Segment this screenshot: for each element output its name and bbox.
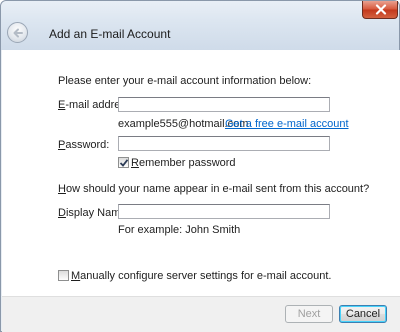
- display-name-access-key: D: [58, 207, 66, 219]
- remember-password-label[interactable]: Remember password: [131, 157, 236, 169]
- manual-config-access-key: M: [71, 270, 81, 282]
- manual-config-checkbox[interactable]: [58, 270, 69, 281]
- window-title: Add an E-mail Account: [49, 27, 171, 41]
- email-address-input[interactable]: [118, 97, 330, 112]
- manual-config-label-text: anually configure server settings for e-…: [80, 270, 332, 282]
- manual-config-label[interactable]: Manually configure server settings for e…: [71, 270, 331, 282]
- form-area: Please enter your e-mail account informa…: [2, 50, 400, 296]
- checkmark-icon: [119, 159, 129, 167]
- password-label: Password:: [58, 139, 109, 151]
- get-free-account-link[interactable]: Get a free e-mail account: [225, 118, 349, 130]
- display-name-input[interactable]: [118, 204, 330, 219]
- name-question: How should your name appear in e-mail se…: [58, 183, 369, 195]
- close-button[interactable]: [362, 1, 398, 19]
- next-button[interactable]: Next: [285, 305, 333, 323]
- password-input[interactable]: [118, 136, 330, 151]
- button-bar: Next Cancel: [2, 296, 400, 332]
- back-arrow-icon: [13, 28, 23, 38]
- remember-label-access-key: R: [131, 157, 139, 169]
- add-email-account-window: Add an E-mail Account Please enter your …: [0, 0, 400, 332]
- display-name-example: For example: John Smith: [118, 224, 241, 236]
- title-bar: [1, 1, 399, 50]
- intro-text: Please enter your e-mail account informa…: [58, 75, 312, 87]
- remember-password-checkbox[interactable]: [118, 157, 129, 168]
- cancel-button[interactable]: Cancel: [339, 305, 387, 323]
- back-button[interactable]: [7, 22, 28, 43]
- name-question-text: ow should your name appear in e-mail sen…: [65, 183, 370, 195]
- remember-label-text: emember password: [138, 157, 236, 169]
- close-icon: [375, 4, 387, 15]
- name-question-access-key: H: [58, 183, 66, 195]
- password-label-text: assword:: [65, 139, 110, 151]
